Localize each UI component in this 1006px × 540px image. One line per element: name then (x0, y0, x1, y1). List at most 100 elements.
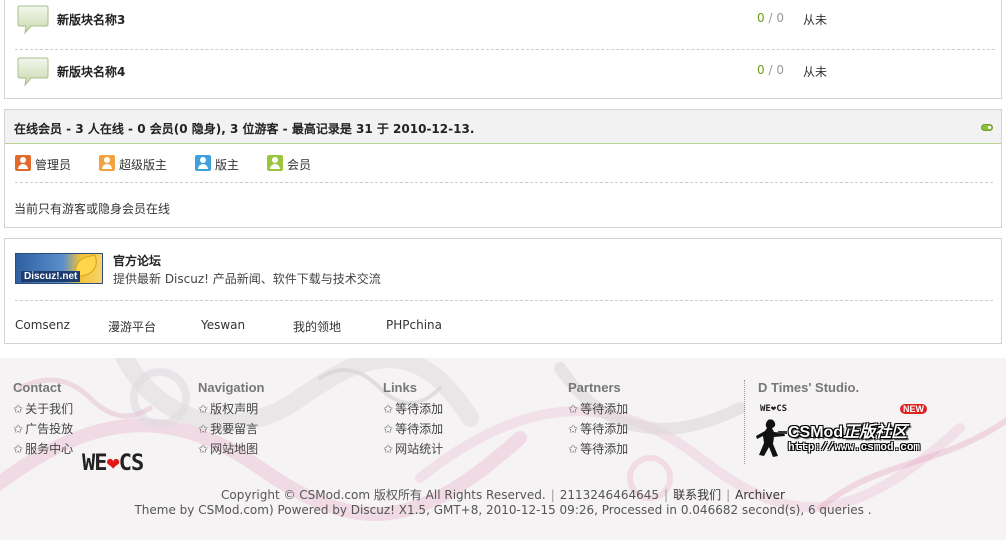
footer-column-partners: Partners ✩ 等待添加 ✩ 等待添加 ✩ 等待添加 (568, 380, 628, 459)
archiver-link[interactable]: Archiver (735, 488, 785, 502)
forum-row: 新版块名称3 0 / 0 从未 (15, 0, 995, 50)
copyright-line: Copyright © CSMod.com 版权所有 All Rights Re… (0, 486, 1006, 503)
legend-label: 超级版主 (119, 158, 168, 172)
soldier-silhouette-icon (756, 419, 787, 457)
studio-heading: D Times' Studio. (758, 380, 860, 395)
star-icon: ✩ (198, 442, 209, 456)
separator: | (726, 488, 731, 502)
footer-link[interactable]: ✩ 等待添加 (383, 399, 443, 419)
footer-link[interactable]: ✩ 等待添加 (568, 439, 628, 459)
site-footer: Contact ✩ 关于我们 ✩ 广告投放 ✩ 服务中心 Navigation ✩ 版权… (0, 358, 1006, 540)
footer-column-heading: Navigation (198, 380, 265, 395)
csmod-title-en: CSMod (788, 424, 844, 441)
footer-column-navigation: Navigation ✩ 版权声明 ✩ 我要留言 ✩ 网站地图 (198, 380, 264, 459)
star-icon: ✩ (198, 422, 209, 436)
forum-name-link[interactable]: 新版块名称3 (57, 11, 125, 28)
star-icon: ✩ (13, 422, 24, 436)
csmod-title-cn: 正版社区 (843, 424, 908, 441)
forum-last-post: 从未 (803, 65, 828, 79)
we-cs-right: CS (118, 451, 144, 476)
footer-link[interactable]: ✩ 等待添加 (383, 419, 443, 439)
friend-links-panel: Discuz!.net 官方论坛 提供最新 Discuz! 产品新闻、软件下载与… (4, 238, 1002, 344)
partner-link-myterritory[interactable]: 我的领地 (293, 318, 341, 335)
forum-last-post: 从未 (803, 13, 828, 27)
footer-link-label: 关于我们 (25, 402, 74, 416)
star-icon: ✩ (13, 402, 24, 416)
footer-link-label: 等待添加 (580, 422, 629, 436)
partner-link-comsenz[interactable]: Comsenz (15, 318, 70, 332)
csmod-logo-link[interactable]: WE❤CS NEW CSMod正版社区 http://www.csmod.com (754, 402, 934, 464)
footer-link-label: 网站统计 (395, 442, 444, 456)
discuz-logo-link[interactable]: Discuz!.net (15, 253, 103, 284)
thread-count: 0 (757, 11, 765, 25)
footer-link[interactable]: ✩ 等待添加 (568, 419, 628, 439)
footer-column-contact: Contact ✩ 关于我们 ✩ 广告投放 ✩ 服务中心 (13, 380, 73, 459)
footer-column-studio: D Times' Studio. (758, 380, 859, 399)
contact-us-link[interactable]: 联系我们 (673, 488, 721, 502)
forum-list: 新版块名称3 0 / 0 从未 新版块名称4 0 / 0 从未 (4, 0, 1002, 99)
we-love-cs-logo: WE❤CS (82, 451, 144, 476)
footer-link[interactable]: ✩ 网站地图 (198, 439, 264, 459)
user-member-icon (267, 155, 283, 171)
copyright-text: Copyright © CSMod.com 版权所有 All Rights Re… (221, 488, 546, 502)
footer-link[interactable]: ✩ 广告投放 (13, 419, 73, 439)
legend-label: 版主 (215, 158, 240, 172)
count-separator: / (764, 63, 777, 77)
separator: | (550, 488, 555, 502)
footer-link[interactable]: ✩ 我要留言 (198, 419, 264, 439)
star-icon: ✩ (383, 422, 394, 436)
official-forum-description: 提供最新 Discuz! 产品新闻、软件下载与技术交流 (113, 272, 381, 286)
powered-by-line: Theme by CSMod.com) Powered by Discuz! X… (134, 503, 872, 517)
csmod-title: CSMod正版社区 (788, 418, 907, 442)
star-icon: ✩ (568, 422, 579, 436)
legend-label: 会员 (287, 158, 312, 172)
forum-name-link[interactable]: 新版块名称4 (57, 63, 125, 80)
user-supermod-icon (99, 155, 115, 171)
separator: | (664, 488, 669, 502)
footer-link[interactable]: ✩ 服务中心 (13, 439, 73, 459)
star-icon: ✩ (568, 402, 579, 416)
partner-link-manyou[interactable]: 漫游平台 (108, 318, 156, 335)
star-icon: ✩ (198, 402, 209, 416)
collapse-toggle-icon[interactable] (981, 124, 993, 131)
official-forum-link[interactable]: 官方论坛 (113, 252, 161, 269)
footer-link-label: 广告投放 (25, 422, 74, 436)
forum-thread-post-count: 0 / 0 (757, 11, 784, 25)
we-cs-left: WE (82, 451, 107, 476)
star-icon: ✩ (13, 442, 24, 456)
star-icon: ✩ (383, 402, 394, 416)
footer-link-label: 网站地图 (210, 442, 259, 456)
footer-link[interactable]: ✩ 版权声明 (198, 399, 264, 419)
footer-link-label: 等待添加 (395, 422, 444, 436)
partner-link-phpchina[interactable]: PHPchina (386, 318, 442, 332)
online-members-header: 在线会员 - 3 人在线 - 0 会员(0 隐身), 3 位游客 - 最高记录是… (5, 110, 1001, 144)
star-icon: ✩ (383, 442, 394, 456)
forum-thread-post-count: 0 / 0 (757, 63, 784, 77)
discuz-logo-text: Discuz!.net (21, 271, 81, 282)
forum-bubble-icon (17, 57, 49, 87)
footer-link-label: 版权声明 (210, 402, 259, 416)
footer-link-label: 等待添加 (395, 402, 444, 416)
divider (15, 300, 993, 301)
online-status-text: 当前只有游客或隐身会员在线 (14, 202, 171, 216)
footer-link-label: 等待添加 (580, 442, 629, 456)
footer-link-label: 等待添加 (580, 402, 629, 416)
count-separator: / (764, 11, 777, 25)
footer-link[interactable]: ✩ 网站统计 (383, 439, 443, 459)
post-count: 0 (776, 11, 784, 25)
partner-link-yeswan[interactable]: Yeswan (201, 318, 245, 332)
footer-link-label: 服务中心 (25, 442, 74, 456)
csmod-url: http://www.csmod.com (788, 442, 921, 454)
footer-link-label: 我要留言 (210, 422, 259, 436)
forum-bubble-icon (17, 5, 49, 35)
footer-column-heading: Partners (568, 380, 621, 395)
footer-column-heading: Contact (13, 380, 62, 395)
icp-number: 2113246464645 (559, 488, 660, 502)
post-count: 0 (776, 63, 784, 77)
user-mod-icon (195, 155, 211, 171)
footer-link[interactable]: ✩ 等待添加 (568, 399, 628, 419)
heart-icon: ❤ (106, 451, 120, 476)
footer-column-heading: Links (383, 380, 417, 395)
footer-link[interactable]: ✩ 关于我们 (13, 399, 73, 419)
star-icon: ✩ (568, 442, 579, 456)
